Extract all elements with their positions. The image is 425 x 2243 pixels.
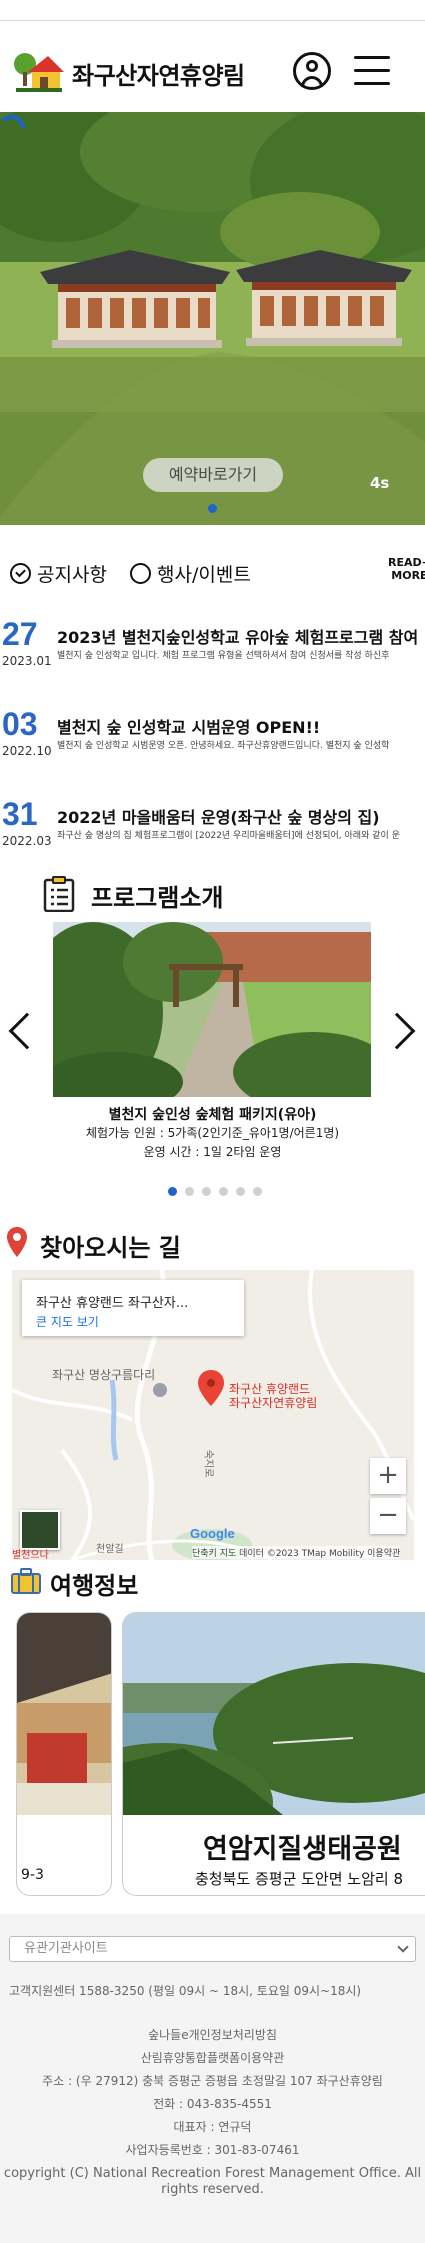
location-pin-icon [7,1227,27,1257]
terms-link[interactable]: 산림휴양통합플랫폼이용약관 [0,2049,425,2066]
timer-progress-icon [1,114,25,129]
pagination-dot[interactable] [236,1187,245,1196]
pagination-dot[interactable] [168,1187,177,1196]
travel-card-address: 충청북도 증평군 도안면 노암리 8 [195,1870,404,1888]
slide-timer: 4s [370,474,390,492]
travel-card-image [123,1613,425,1815]
notice-title[interactable]: 2022년 마을배움터 운영(좌구산 숲 명상의 집) [57,804,380,828]
program-caption-time: 운영 시간 : 1일 2타임 운영 [143,1145,282,1159]
travel-section-title: 여행정보 [50,1572,139,1600]
map-info-card: 좌구산 휴양랜드 좌구산자... 큰 지도 보기 [22,1280,244,1336]
map-marker-line2: 좌구산자연휴양림 [229,1396,318,1410]
copyright-line2: rights reserved. [161,2182,264,2197]
program-caption-people: 체험가능 인원 : 5가족(2인기준_유아1명/어른1명) [85,1126,340,1140]
footer-phone: 전화 : 043-835-4551 [153,2097,272,2111]
footer-bizno: 사업자등록번호 : 301-83-07461 [125,2143,300,2157]
chevron-down-icon [397,1941,409,1953]
program-photo [53,922,371,1097]
map-marker-line1: 좌구산 휴양랜드 [229,1382,311,1396]
site-footer: 유관기관사이트 고객지원센터 1588-3250 (평일 09시 ~ 18시, … [0,1914,425,2243]
user-icon[interactable] [293,52,331,90]
notice-item[interactable]: 27 2023.01 2023년 별천지숲인성학교 유아숲 체험프로그램 참여 … [0,616,425,676]
pagination-dot[interactable] [202,1187,211,1196]
google-logo: Google [190,1526,235,1541]
privacy-policy-link[interactable]: 숲나들e개인정보처리방침 [0,2026,425,2043]
tab-notice-label: 공지사항 [37,564,107,586]
program-image[interactable] [53,922,371,1097]
map-attribution[interactable]: 단축키 지도 데이터 ©2023 TMap Mobility 이용약관 [192,1546,401,1559]
site-title[interactable]: 좌구산자연휴양림 [72,56,245,91]
notice-year-month: 2022.10 [2,744,52,758]
house-tree-logo-icon[interactable] [12,48,64,94]
footer-ceo: 대표자 : 연규덕 [173,2120,252,2134]
notice-day: 31 [2,796,38,832]
tab-notice[interactable]: 공지사항 [10,560,107,587]
read-more-line1: READ+ [388,556,425,569]
tab-events-label: 행사/이벤트 [157,564,251,586]
zoom-in-button[interactable]: + [370,1458,406,1494]
notice-day: 27 [2,616,38,652]
notice-year-month: 2022.03 [2,834,52,848]
travel-card-text: 9-3 [21,1867,44,1883]
notice-year-month: 2023.01 [2,654,52,668]
program-section-title: 프로그램소개 [91,884,224,912]
tab-events[interactable]: 행사/이벤트 [130,560,251,587]
pagination-dot[interactable] [253,1187,262,1196]
travel-card[interactable]: 연암지질생태공원 충청북도 증평군 도안면 노암리 8 [122,1612,425,1896]
notice-tabs: 공지사항 행사/이벤트 READ+ MORE [0,556,425,592]
travel-card-image [17,1613,111,1815]
customer-center: 고객지원센터 1588-3250 (평일 09시 ~ 18시, 토요일 09시~… [9,1984,362,1998]
notice-item[interactable]: 03 2022.10 별천지 숲 인성학교 시범운영 OPEN!! 별천지 숲 … [0,706,425,766]
top-divider [0,20,425,21]
map-label-bridge: 좌구산 명상구름다리 [52,1368,156,1382]
map-road-label: 숙지로 [202,1449,214,1478]
map-type-thumbnail[interactable] [20,1510,60,1550]
pagination-dot[interactable] [219,1187,228,1196]
map-corner-label: 별천으나 [12,1550,49,1560]
notice-item[interactable]: 31 2022.03 2022년 마을배움터 운영(좌구산 숲 명상의 집) 좌… [0,796,425,856]
copyright-line1: copyright (C) National Recreation Forest… [3,2166,422,2181]
checked-radio-icon [10,563,31,584]
related-sites-placeholder: 유관기관사이트 [24,1941,108,1956]
carousel-prev-icon[interactable] [8,1012,46,1050]
notice-title[interactable]: 별천지 숲 인성학교 시범운영 OPEN!! [57,714,320,738]
notice-day: 03 [2,706,38,742]
hero-slider[interactable]: 예약바로가기 4s [0,112,425,525]
read-more-button[interactable]: READ+ MORE [388,556,425,582]
footer-address: 주소 : (우 27912) 충북 증평군 증평읍 초정말길 107 좌구산휴양… [42,2074,383,2088]
carousel-next-icon[interactable] [378,1012,416,1050]
map-larger-link[interactable]: 큰 지도 보기 [36,1313,99,1330]
directions-section-title: 찾아오시는 길 [40,1234,181,1262]
reserve-button[interactable]: 예약바로가기 [143,458,283,492]
radio-icon [130,563,151,584]
read-more-line2: MORE [391,569,425,582]
travel-card[interactable]: 9-3 [16,1612,112,1896]
program-caption-title: 별천지 숲인성 숲체험 패키지(유아) [108,1107,317,1123]
suitcase-icon [11,1568,41,1594]
map-marker-label[interactable]: 좌구산 휴양랜드 좌구산자연휴양림 [229,1382,317,1410]
notice-desc: 별천지 숲 인성학교 시범운영 오픈. 안녕하세요. 좌구산휴양랜드입니다. 별… [57,741,390,751]
related-sites-select[interactable]: 유관기관사이트 [9,1936,416,1962]
pagination-dot[interactable] [185,1187,194,1196]
zoom-out-button[interactable]: − [370,1498,406,1534]
program-pagination [168,1181,270,1200]
clipboard-icon [43,876,75,912]
notice-desc: 별천지 숲 인성학교 입니다. 체험 프로그램 유형을 선택하셔서 참여 신청서… [57,651,390,661]
map-road-label-2: 천알길 [96,1544,124,1555]
site-header: 좌구산자연휴양림 [0,42,425,104]
hero-pagination-dot[interactable] [208,504,217,513]
hamburger-menu-icon[interactable] [354,54,390,88]
map-place-name: 좌구산 휴양랜드 좌구산자... [36,1296,189,1311]
map-embed[interactable]: 좌구산 휴양랜드 좌구산자... 큰 지도 보기 좌구산 명상구름다리 좌구산 … [12,1270,414,1560]
notice-desc: 좌구산 숲 명상의 집 체험프로그램이 [2022년 우리마을배움터]에 선정되… [57,831,400,841]
notice-title[interactable]: 2023년 별천지숲인성학교 유아숲 체험프로그램 참여 [57,624,418,648]
travel-card-title: 연암지질생태공원 [203,1834,402,1865]
